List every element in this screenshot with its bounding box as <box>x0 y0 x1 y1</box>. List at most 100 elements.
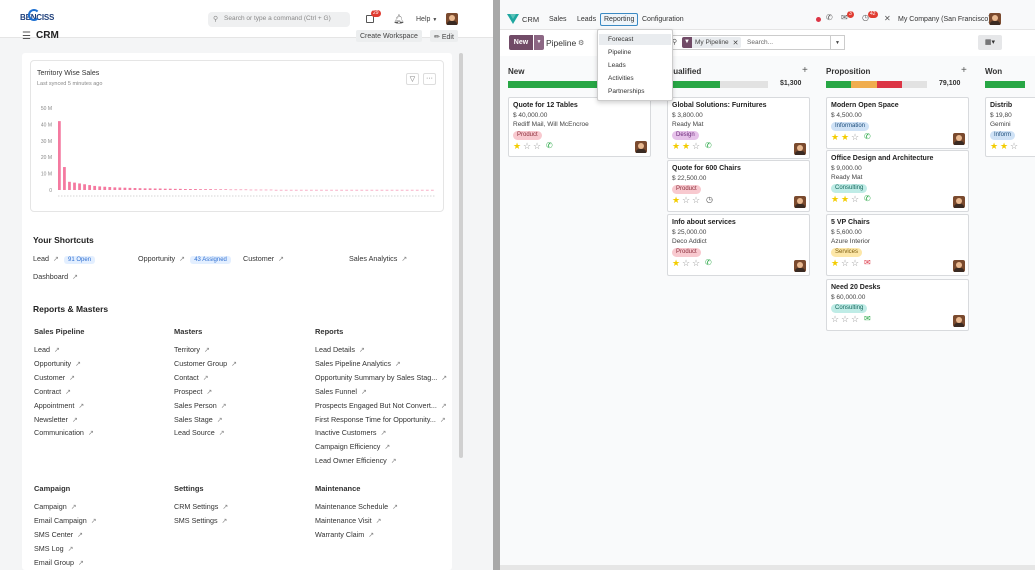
priority-star-icon[interactable]: ☆ <box>1010 142 1018 151</box>
shortcut-customer[interactable]: Customer ↗ <box>243 255 284 262</box>
right-user-avatar[interactable] <box>989 13 1001 25</box>
global-search-input[interactable]: ⚲ Search or type a command (Ctrl + G) <box>208 12 350 27</box>
salesperson-avatar[interactable] <box>794 196 806 208</box>
link-reports-item[interactable]: Campaign Efficiency ↗ <box>315 443 390 450</box>
dropdown-item-forecast[interactable]: Forecast <box>608 36 633 44</box>
chart-bar[interactable] <box>259 189 263 191</box>
phone-activity-icon[interactable]: ✆ <box>705 142 712 150</box>
chart-bar[interactable] <box>355 189 359 191</box>
link-reports-item[interactable]: Sales Funnel ↗ <box>315 388 367 395</box>
link-campaign-item[interactable]: SMS Center ↗ <box>34 531 83 538</box>
chart-bar[interactable] <box>234 189 238 191</box>
link-maintenance-item[interactable]: Warranty Claim ↗ <box>315 531 374 538</box>
chart-bar[interactable] <box>274 189 278 191</box>
chart-bar[interactable] <box>58 121 61 190</box>
kanban-card[interactable]: Office Design and Architecture $ 9,000.00… <box>826 150 969 212</box>
chart-bar[interactable] <box>330 189 333 191</box>
dropdown-item-partnerships[interactable]: Partnerships <box>608 88 645 96</box>
chart-bar[interactable] <box>184 189 187 190</box>
search-bar[interactable]: ⚲ ▼ My Pipeline ✕ Search... <box>670 35 831 50</box>
link-reports-item[interactable]: First Response Time for Opportunity... ↗ <box>315 415 446 423</box>
priority-star-icon[interactable]: ☆ <box>682 196 690 205</box>
new-button[interactable]: New <box>509 35 533 50</box>
link-masters-item[interactable]: Customer Group ↗ <box>174 360 237 367</box>
priority-star-icon[interactable]: ☆ <box>841 315 849 324</box>
phone-activity-icon[interactable]: ✆ <box>546 142 553 150</box>
chart-bar[interactable] <box>178 188 182 190</box>
crm-app-icon[interactable] <box>507 14 519 24</box>
salesperson-avatar[interactable] <box>794 260 806 272</box>
search-options-toggle-icon[interactable]: ▼ <box>831 35 845 50</box>
priority-star-icon[interactable]: ★ <box>513 142 521 151</box>
priority-star-icon[interactable]: ☆ <box>831 315 839 324</box>
chart-bar[interactable] <box>420 189 424 191</box>
chart-bar[interactable] <box>214 189 218 190</box>
link-campaign-item[interactable]: SMS Log ↗ <box>34 545 74 552</box>
chart-bar[interactable] <box>98 186 102 190</box>
dropdown-item-activities[interactable]: Activities <box>608 75 634 83</box>
settings-gear-icon[interactable]: ⚙ <box>578 40 584 47</box>
dropdown-item-leads[interactable]: Leads <box>608 62 626 70</box>
chart-bar[interactable] <box>199 189 202 190</box>
chart-bar[interactable] <box>239 189 243 191</box>
chart-bar[interactable] <box>360 189 364 191</box>
create-workspace-button[interactable]: Create Workspace <box>356 30 422 42</box>
priority-star-icon[interactable]: ★ <box>672 196 680 205</box>
link-campaign-item[interactable]: Campaign ↗ <box>34 503 77 510</box>
chart-bar[interactable] <box>189 189 192 190</box>
chart-bar[interactable] <box>279 189 283 191</box>
clock-activity-icon[interactable]: ◷ <box>706 196 713 204</box>
link-masters-item[interactable]: Territory ↗ <box>174 346 210 353</box>
priority-star-icon[interactable]: ☆ <box>692 259 700 268</box>
salesperson-avatar[interactable] <box>953 196 965 208</box>
chart-bar[interactable] <box>310 189 313 191</box>
add-card-plus-icon[interactable]: + <box>961 66 967 76</box>
chart-bar[interactable] <box>395 189 399 191</box>
progress-segment[interactable] <box>826 81 852 88</box>
link-sales-pipeline-item[interactable]: Customer ↗ <box>34 374 75 381</box>
kanban-card[interactable]: Distrib $ 19,80 Gemini Inform ★ ★ ☆ <box>985 97 1035 157</box>
kanban-card[interactable]: Quote for 12 Tables $ 40,000.00 Rediff Mai… <box>508 97 651 157</box>
priority-star-icon[interactable]: ☆ <box>851 195 859 204</box>
chart-bar[interactable] <box>390 189 394 191</box>
chart-bar[interactable] <box>224 189 228 190</box>
edit-button[interactable]: ✏︎ Edit <box>430 30 458 42</box>
email-activity-icon[interactable]: ✉ <box>864 259 871 267</box>
filter-facet[interactable]: ▼ My Pipeline ✕ <box>682 37 742 48</box>
chart-bar[interactable] <box>425 189 429 191</box>
link-sales-pipeline-item[interactable]: Appointment ↗ <box>34 401 84 409</box>
chart-bar[interactable] <box>73 182 76 190</box>
chart-bar[interactable] <box>93 185 97 190</box>
priority-star-icon[interactable]: ☆ <box>523 142 531 151</box>
dropdown-item-pipeline[interactable]: Pipeline <box>608 49 631 57</box>
chart-bar[interactable] <box>158 188 162 190</box>
chart-bar[interactable] <box>173 188 177 190</box>
chart-bar[interactable] <box>325 189 328 191</box>
kanban-card[interactable]: 5 VP Chairs $ 5,600.00 Azure Interior Servi… <box>826 214 969 276</box>
chart-bar[interactable] <box>163 188 167 190</box>
link-campaign-item[interactable]: Email Campaign ↗ <box>34 517 97 524</box>
link-sales-pipeline-item[interactable]: Communication ↗ <box>34 429 94 436</box>
chart-bar[interactable] <box>194 189 197 190</box>
progress-segment[interactable] <box>667 81 720 88</box>
link-sales-pipeline-item[interactable]: Contract ↗ <box>34 388 71 395</box>
new-dropdown-caret-icon[interactable]: ▼ <box>534 35 544 50</box>
progress-segment[interactable] <box>901 81 928 88</box>
link-masters-item[interactable]: Prospect ↗ <box>174 388 212 395</box>
email-activity-icon[interactable]: ✉ <box>864 315 871 323</box>
kanban-view-switcher-icon[interactable]: ▦▾ <box>978 35 1002 50</box>
more-options-icon[interactable]: ··· <box>423 73 436 85</box>
app-name[interactable]: CRM <box>522 16 539 24</box>
filter-icon[interactable]: ▽ <box>406 73 419 85</box>
progress-segment[interactable] <box>508 81 597 88</box>
chart-bar[interactable] <box>78 183 81 190</box>
chart-bar[interactable] <box>108 187 112 190</box>
priority-star-icon[interactable]: ★ <box>672 142 680 151</box>
salesperson-avatar[interactable] <box>953 133 965 145</box>
progress-segment[interactable] <box>985 81 1025 88</box>
chart-bar[interactable] <box>315 189 318 191</box>
tools-icon[interactable]: ✕ <box>884 15 891 23</box>
hamburger-icon[interactable]: ☰ <box>22 32 31 42</box>
kanban-card[interactable]: Modern Open Space $ 4,500.00 Information ★ ★… <box>826 97 969 149</box>
chart-bar[interactable] <box>284 189 288 191</box>
